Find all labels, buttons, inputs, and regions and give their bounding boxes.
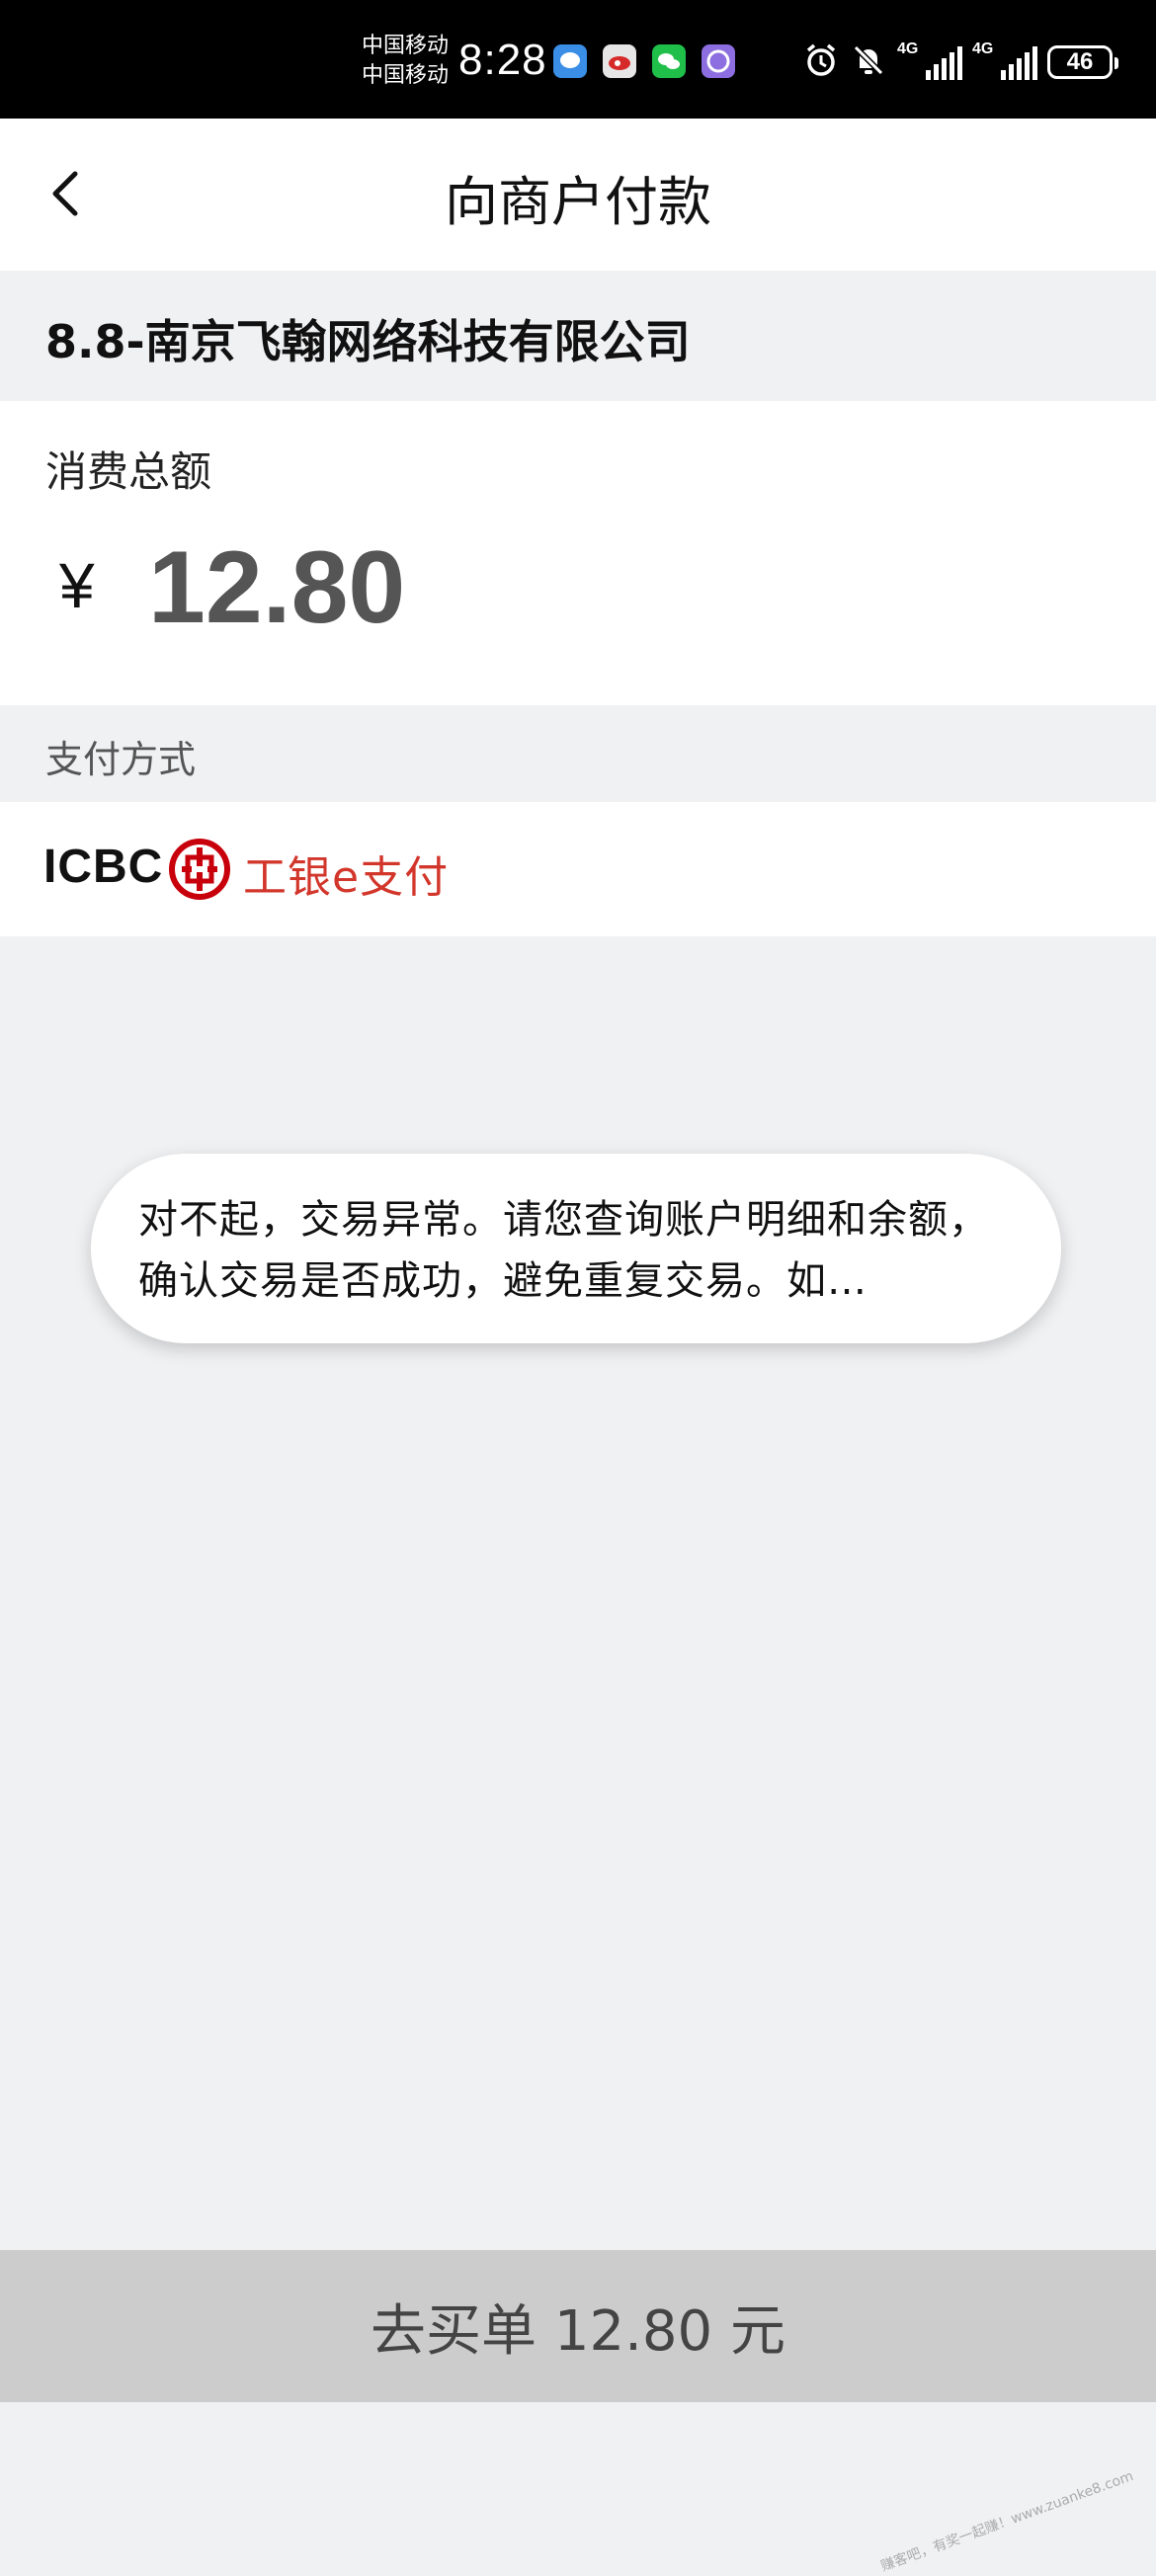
payment-brand: 工银e支付 xyxy=(243,852,450,903)
merchant-name: 8.8-南京飞翰网络科技有限公司 xyxy=(45,315,691,368)
navigation-bar: 向商户付款 xyxy=(0,119,1156,271)
icbc-logo-icon xyxy=(169,839,230,900)
carrier-1: 中国移动 xyxy=(362,34,450,58)
payment-method-label: 支付方式 xyxy=(45,738,197,781)
payment-method-option[interactable]: ICBC 工银e支付 xyxy=(0,802,1156,936)
mute-icon xyxy=(850,41,887,83)
weibo-app-icon xyxy=(603,44,636,78)
network-type-2: 4G xyxy=(972,40,994,57)
alarm-icon xyxy=(802,41,840,83)
amount-label: 消费总额 xyxy=(45,447,212,496)
merchant-row: 8.8-南京飞翰网络科技有限公司 xyxy=(0,271,1156,401)
currency-symbol: ¥ xyxy=(59,550,95,621)
signal-icon: 4G xyxy=(897,40,962,84)
amount-value: 12.80 xyxy=(148,530,406,645)
system-icons: 4G 4G 46 xyxy=(802,38,1118,87)
error-toast: 对不起，交易异常。请您查询账户明细和余额，确认交易是否成功，避免重复交易。如… xyxy=(91,1154,1061,1343)
carrier-2: 中国移动 xyxy=(362,63,450,88)
pay-button[interactable]: 去买单 12.80 元 xyxy=(0,2250,1156,2402)
watermark: 赚客吧，有奖一起赚！www.zuanke8.com xyxy=(878,2468,1136,2575)
amount-card: 消费总额 ¥ 12.80 xyxy=(0,401,1156,705)
clock: 8:28 xyxy=(458,36,547,84)
payment-method-header: 支付方式 xyxy=(0,705,1156,802)
browser-app-icon xyxy=(702,44,735,78)
network-type-1: 4G xyxy=(897,40,919,57)
message-app-icon xyxy=(553,44,587,78)
signal-icon: 4G xyxy=(972,40,1037,84)
page-title: 向商户付款 xyxy=(445,171,711,233)
wechat-app-icon xyxy=(652,44,686,78)
battery-level: 46 xyxy=(1066,48,1094,75)
bank-code: ICBC xyxy=(43,841,164,893)
carrier-labels: 中国移动 中国移动 xyxy=(362,32,449,91)
status-bar: 中国移动 中国移动 8:28 4G 4G 46 xyxy=(0,0,1156,119)
error-message: 对不起，交易异常。请您查询账户明细和余额，确认交易是否成功，避免重复交易。如… xyxy=(138,1197,989,1304)
battery-icon: 46 xyxy=(1047,45,1118,79)
